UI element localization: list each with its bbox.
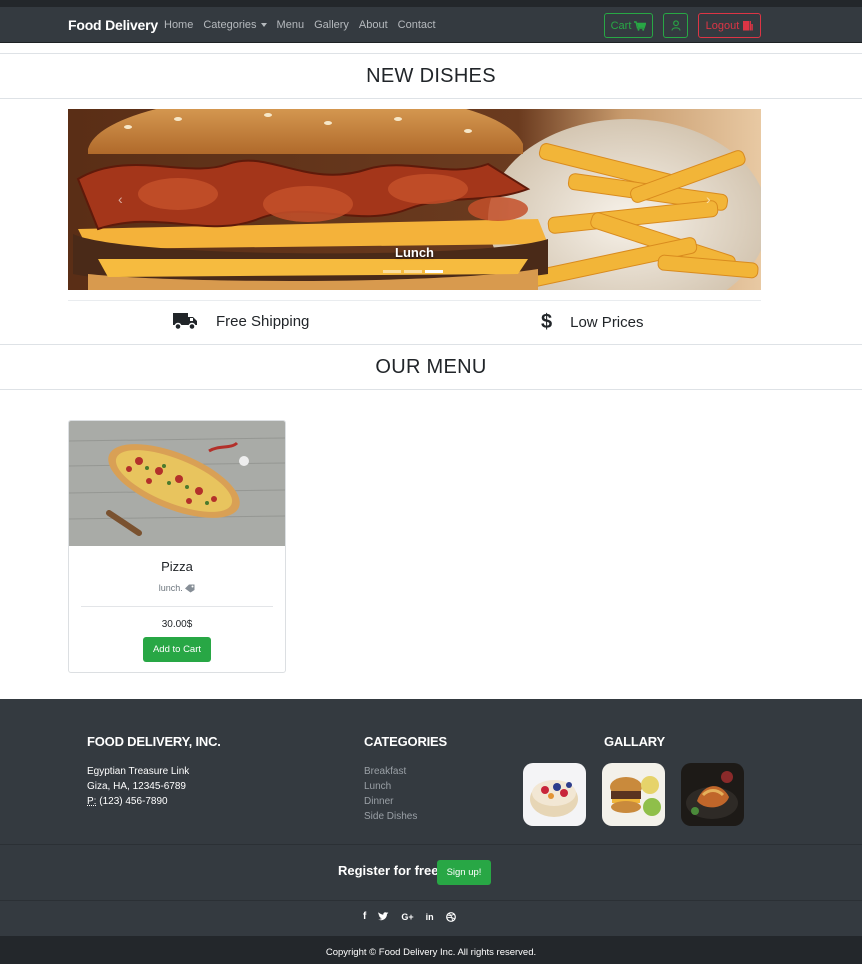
navbar: Food Delivery Home Categories Menu Galle… [0, 7, 862, 43]
carousel-prev-icon[interactable]: ‹ [118, 191, 123, 207]
address-phone: P: (123) 456-7890 [87, 794, 189, 809]
gallery-image-2 [602, 763, 665, 826]
door-exit-icon [743, 21, 754, 31]
nav-contact[interactable]: Contact [398, 19, 436, 31]
feature-free-shipping: Free Shipping [173, 311, 309, 331]
address-line-1: Egyptian Treasure Link [87, 766, 190, 777]
menu-item-card: Pizza lunch. 30.00$ Add to Cart [68, 420, 286, 673]
linkedin-icon[interactable]: in [426, 912, 434, 922]
footer-categories-title: CATEGORIES [364, 734, 447, 749]
brand-logo[interactable]: Food Delivery [68, 17, 158, 33]
signup-button[interactable]: Sign up! [437, 860, 491, 885]
pizza-image [69, 421, 285, 546]
carousel-slide-image [68, 109, 761, 290]
footer-separator-2 [0, 900, 862, 901]
feature-low-prices: $ Low Prices [541, 311, 643, 334]
truck-icon [173, 313, 197, 331]
facebook-icon[interactable]: f [363, 911, 366, 922]
menu-item-price: 30.00$ [161, 619, 193, 630]
footer-company-title: FOOD DELIVERY, INC. [87, 734, 221, 749]
logout-button[interactable]: Logout [698, 13, 761, 38]
features-row: Free Shipping $ Low Prices [68, 300, 761, 344]
footer-gallery-title: GALLARY [604, 734, 665, 749]
nav-gallery[interactable]: Gallery [314, 19, 349, 31]
our-menu-heading: OUR MENU [0, 344, 862, 390]
logout-label: Logout [705, 19, 740, 32]
footer-category-lunch[interactable]: Lunch [364, 779, 417, 794]
user-profile-button[interactable] [663, 13, 688, 38]
register-text: Register for free [338, 863, 439, 878]
gallery-thumb-dinner[interactable] [681, 763, 744, 826]
carousel-indicator-1[interactable] [383, 270, 401, 273]
gallery-image-3 [681, 763, 744, 826]
dollar-icon: $ [541, 311, 553, 333]
footer-category-side-dishes[interactable]: Side Dishes [364, 809, 417, 824]
footer-categories-list: Breakfast Lunch Dinner Side Dishes [364, 764, 417, 824]
twitter-icon[interactable] [378, 912, 389, 921]
user-icon [670, 20, 681, 31]
nav-menu[interactable]: Menu [277, 19, 305, 31]
shopping-cart-icon [634, 20, 647, 31]
social-links: f G+ in [363, 911, 456, 922]
top-strip [0, 0, 862, 7]
new-dishes-carousel[interactable]: ‹ › Lunch [68, 109, 761, 290]
carousel-indicator-2[interactable] [404, 270, 422, 273]
footer-address: Egyptian Treasure Link Giza, HA, 12345-6… [87, 764, 189, 809]
feature-low-prices-label: Low Prices [570, 314, 644, 331]
nav-categories-label: Categories [203, 19, 257, 31]
phone-prefix: P: [87, 796, 97, 807]
card-divider [81, 606, 273, 607]
address-line-2: Giza, HA, 12345-6789 [87, 781, 186, 792]
footer-category-breakfast[interactable]: Breakfast [364, 764, 417, 779]
phone-number: (123) 456-7890 [99, 796, 168, 807]
footer-category-dinner[interactable]: Dinner [364, 794, 417, 809]
menu-item-tag-label: lunch. [158, 583, 183, 593]
dribbble-icon[interactable] [445, 911, 456, 922]
nav-home[interactable]: Home [164, 19, 193, 31]
footer-separator-1 [0, 844, 862, 845]
carousel-next-icon[interactable]: › [706, 191, 711, 207]
menu-item-name: Pizza [161, 559, 193, 574]
carousel-indicators [383, 270, 443, 273]
copyright-bar: Copyright © Food Delivery Inc. All right… [0, 936, 862, 964]
gallery-image-1 [523, 763, 586, 826]
new-dishes-heading: NEW DISHES [0, 53, 862, 99]
cart-label: Cart [610, 19, 632, 32]
carousel-caption: Lunch [395, 245, 434, 260]
nav-categories-dropdown[interactable]: Categories [203, 19, 267, 31]
carousel-indicator-3[interactable] [425, 270, 443, 273]
caret-down-icon [260, 23, 267, 28]
feature-free-shipping-label: Free Shipping [216, 312, 310, 330]
footer: FOOD DELIVERY, INC. Egyptian Treasure Li… [0, 699, 862, 964]
gallery-thumb-breakfast[interactable] [523, 763, 586, 826]
cart-button[interactable]: Cart [604, 13, 653, 38]
add-to-cart-button[interactable]: Add to Cart [143, 637, 211, 662]
menu-item-tag: lunch. [69, 583, 285, 593]
nav-links: Home Categories Menu Gallery About Conta… [164, 19, 446, 31]
nav-about[interactable]: About [359, 19, 388, 31]
tag-icon [185, 584, 195, 593]
gallery-thumb-burger[interactable] [602, 763, 665, 826]
google-plus-icon[interactable]: G+ [401, 912, 413, 922]
